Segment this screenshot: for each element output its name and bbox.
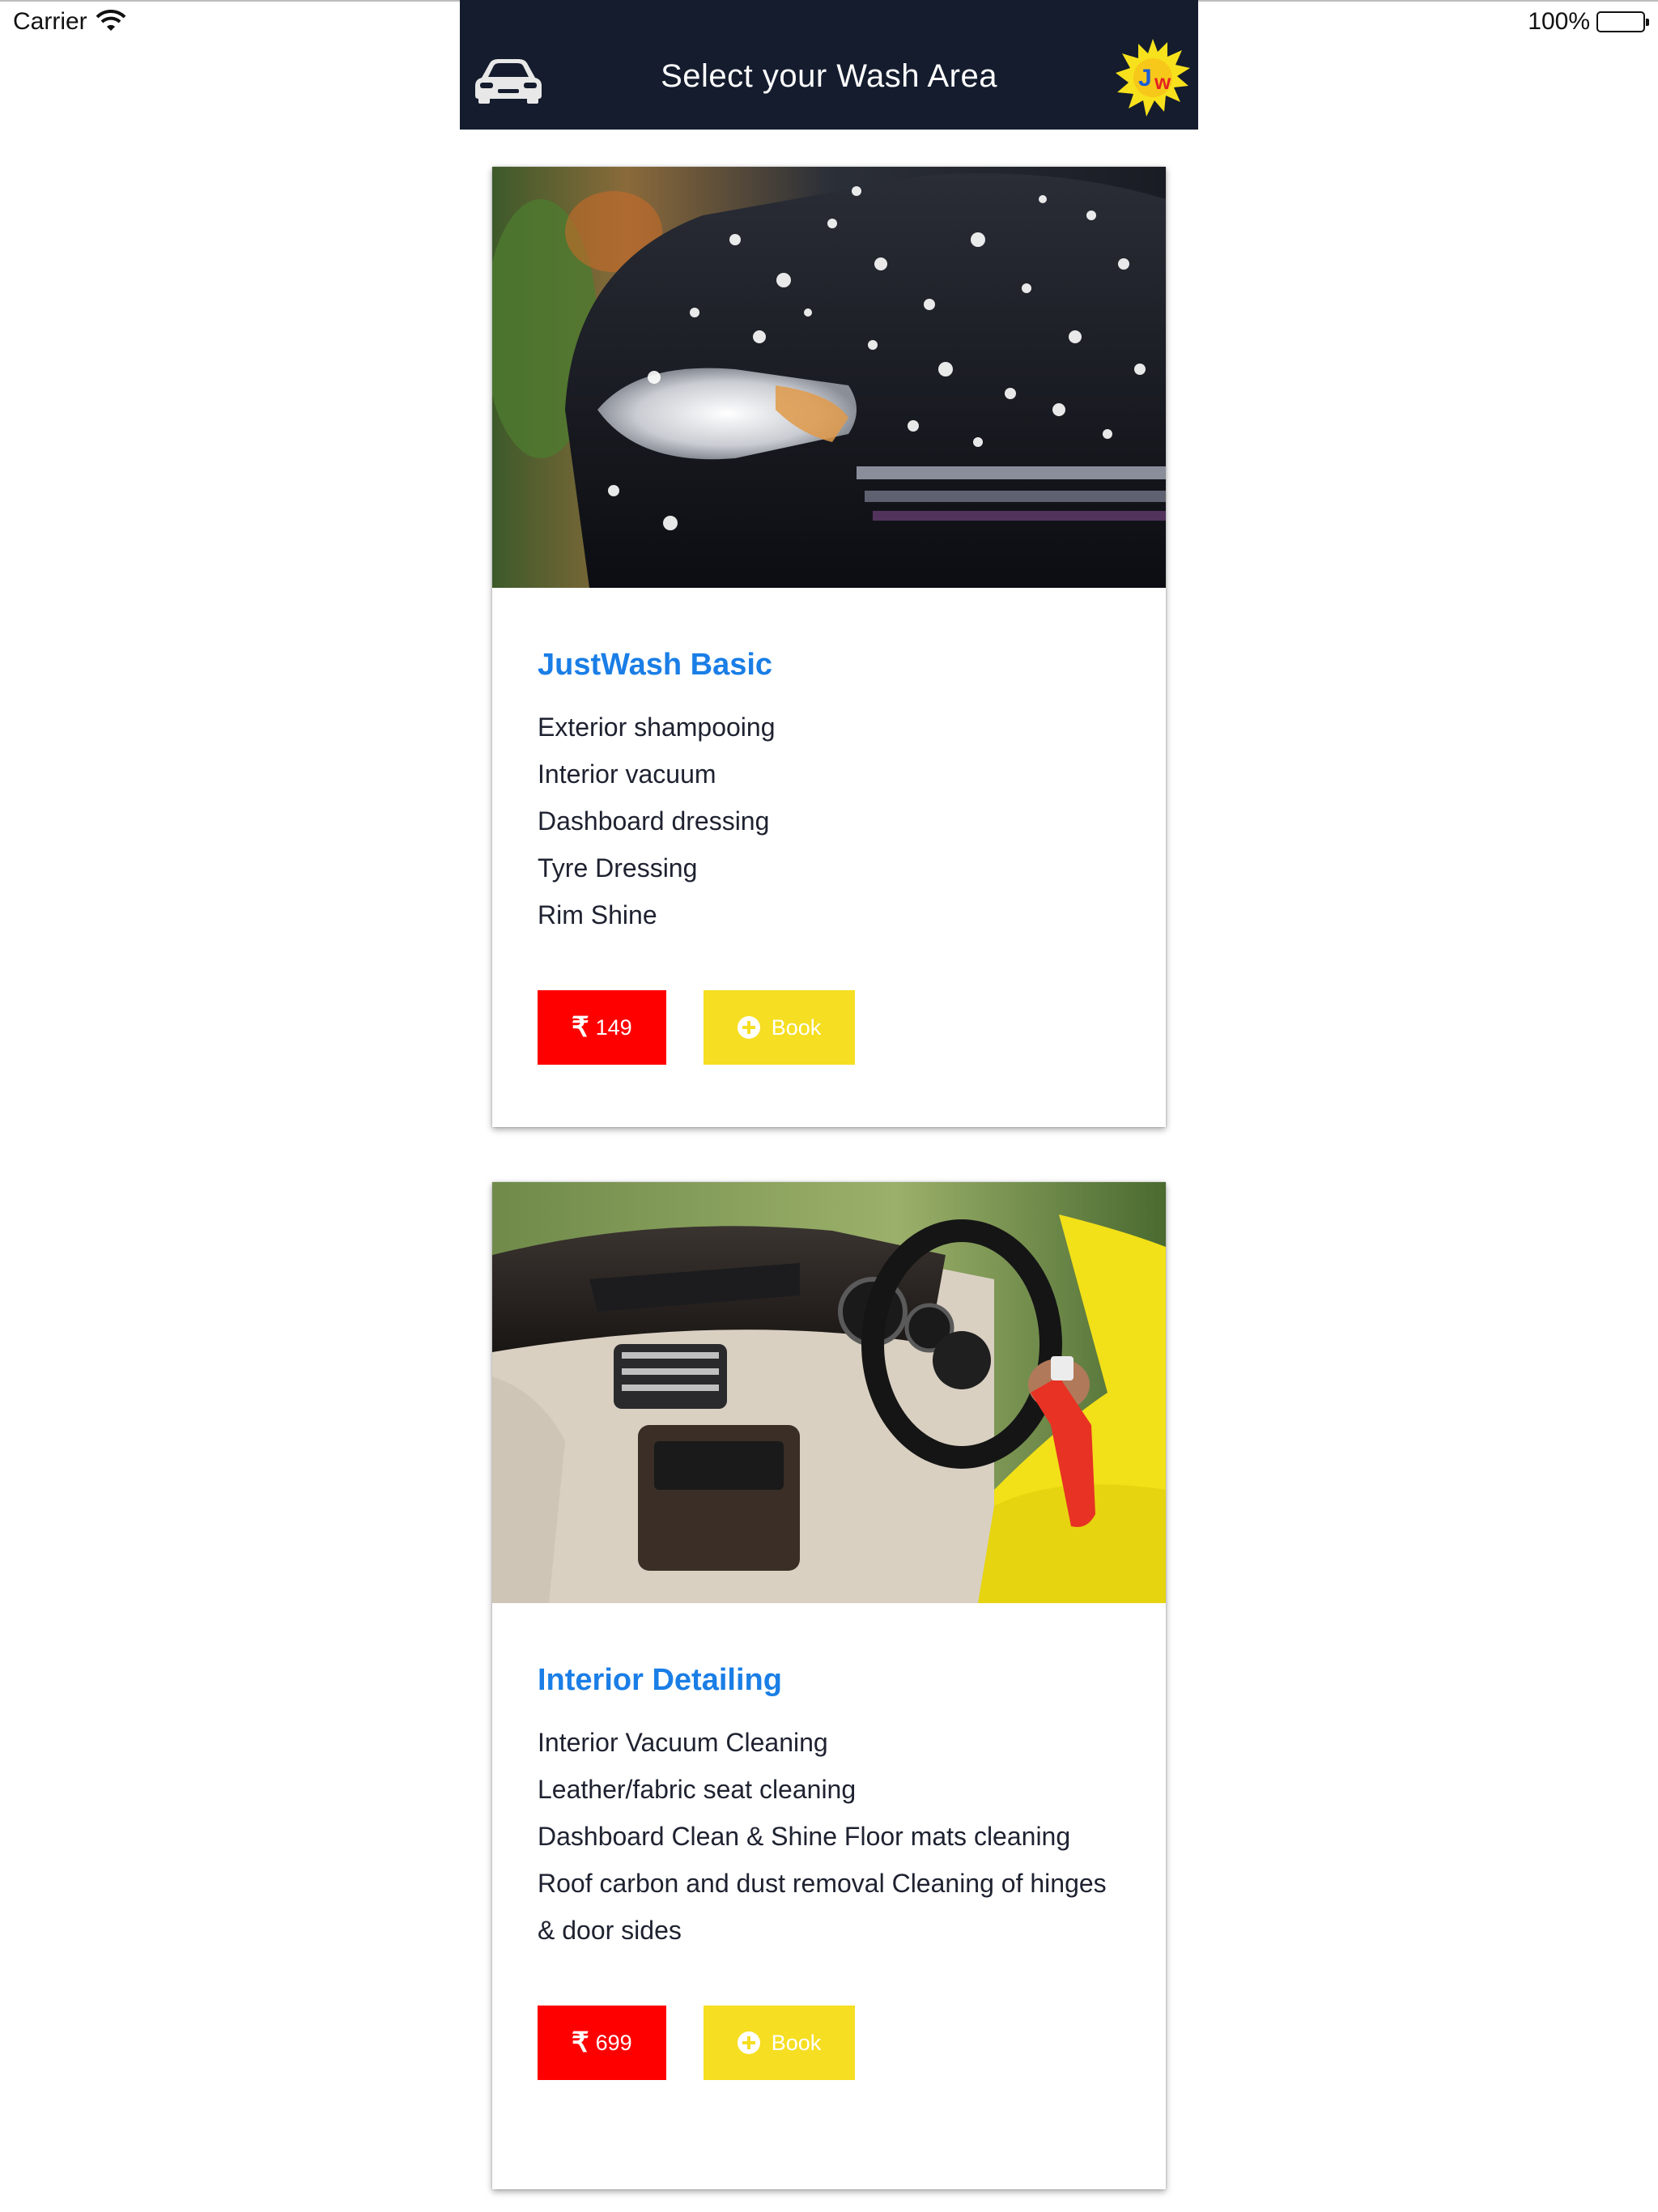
- car-wash-photo: [492, 167, 1166, 588]
- feature-item: Rim Shine: [538, 900, 657, 929]
- page-title: Select your Wash Area: [661, 58, 997, 94]
- app-header: Select your Wash Area J w: [460, 0, 1198, 130]
- package-card-interior: Interior Detailing Interior Vacuum Clean…: [492, 1182, 1166, 2189]
- app-screen: Carrier 2:41 AM 100% Select your Wash Ar…: [0, 0, 1658, 2212]
- plus-circle-icon: [737, 2031, 760, 2054]
- book-button[interactable]: Book: [703, 2006, 856, 2080]
- book-label: Book: [771, 2030, 822, 2055]
- card-actions: ₹ 699 Book: [538, 2006, 1120, 2080]
- feature-item: Interior vacuum: [538, 759, 716, 789]
- feature-item: Interior Vacuum Cleaning: [538, 1728, 828, 1757]
- feature-item: Leather/fabric seat cleaning: [538, 1775, 857, 1804]
- feature-item: Dashboard dressing: [538, 806, 770, 836]
- rupee-icon: ₹: [572, 1012, 589, 1043]
- feature-list: Interior Vacuum Cleaning Leather/fabric …: [538, 1719, 1120, 1954]
- feature-item: Tyre Dressing: [538, 853, 698, 883]
- battery-icon: [1596, 11, 1649, 32]
- package-title: Interior Detailing: [538, 1663, 782, 1697]
- book-label: Book: [771, 1015, 822, 1040]
- package-title: JustWash Basic: [538, 648, 773, 682]
- car-interior-photo: [492, 1182, 1166, 1603]
- svg-text:J: J: [1138, 65, 1152, 91]
- brand-logo: J w: [1116, 39, 1190, 117]
- feature-item: Dashboard Clean & Shine Floor mats clean…: [538, 1822, 1071, 1851]
- price-button[interactable]: ₹ 149: [538, 990, 666, 1065]
- card-body: JustWash Basic Exterior shampooing Inter…: [492, 588, 1166, 1065]
- rupee-icon: ₹: [572, 2027, 589, 2058]
- battery-indicator: 100%: [1528, 8, 1649, 36]
- price-label: 699: [595, 2030, 632, 2055]
- feature-list: Exterior shampooing Interior vacuum Dash…: [538, 704, 1120, 938]
- svg-text:w: w: [1154, 70, 1171, 94]
- card-actions: ₹ 149 Book: [538, 990, 1120, 1065]
- feature-item: Roof carbon and dust removal Cleaning of…: [538, 1869, 1107, 1945]
- package-card-basic: JustWash Basic Exterior shampooing Inter…: [492, 167, 1166, 1127]
- battery-percent: 100%: [1528, 8, 1590, 35]
- feature-item: Exterior shampooing: [538, 713, 776, 742]
- plus-circle-icon: [737, 1016, 760, 1039]
- card-body: Interior Detailing Interior Vacuum Clean…: [492, 1603, 1166, 2080]
- price-label: 149: [595, 1015, 632, 1040]
- book-button[interactable]: Book: [703, 990, 856, 1065]
- price-button[interactable]: ₹ 699: [538, 2006, 666, 2080]
